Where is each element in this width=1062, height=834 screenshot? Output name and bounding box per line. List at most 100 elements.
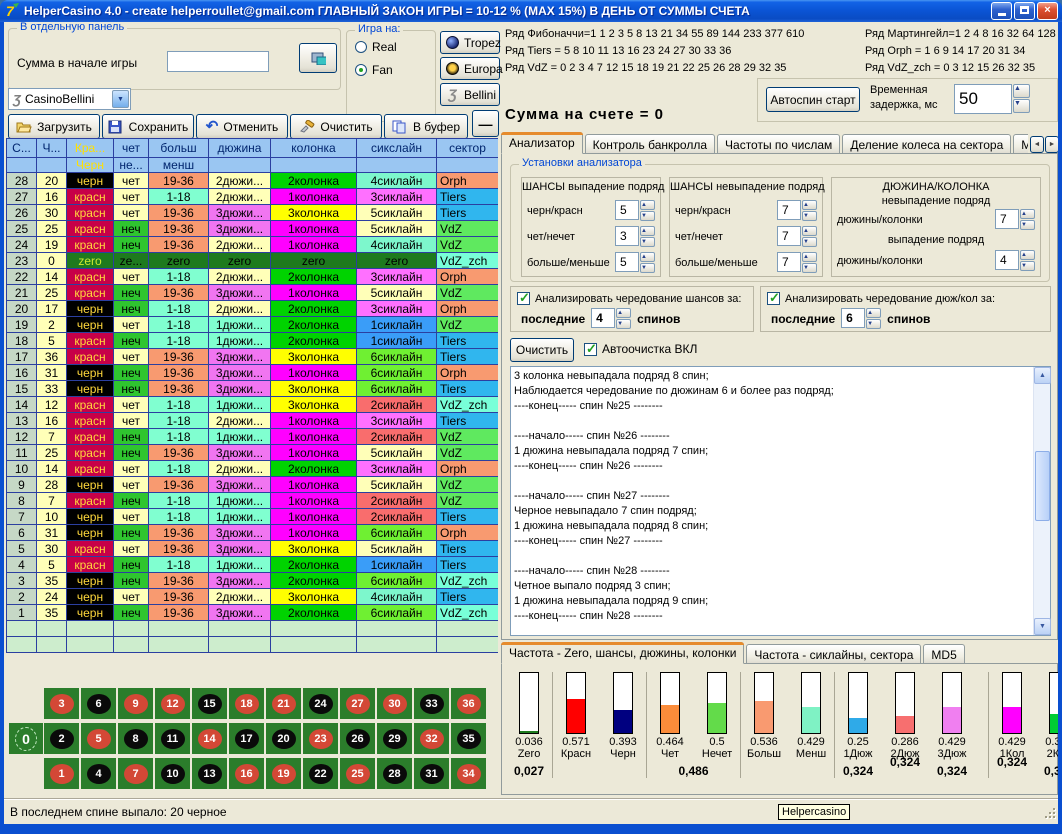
copy-to-buffer-button[interactable]: В буфер — [384, 114, 468, 139]
spin-up-icon[interactable]: ▲ — [640, 226, 655, 236]
tab-scroll-right-icon[interactable]: ► — [1045, 136, 1058, 153]
spin-up-icon[interactable]: ▲ — [1020, 250, 1035, 260]
clear-button[interactable]: Очистить — [290, 114, 382, 139]
spin-down-icon[interactable]: ▼ — [802, 263, 817, 273]
close-button[interactable]: × — [1037, 2, 1058, 20]
log-clear-button[interactable]: Очистить — [510, 338, 574, 362]
table-row[interactable]: 2419красннеч19-362дюжи...1колонка4сиклай… — [7, 237, 499, 253]
p3-row2-spinner[interactable]: 4▲▼ — [995, 250, 1035, 271]
table-row[interactable]: 710чернчет1-181дюжи...1колонка2сиклайнTi… — [7, 509, 499, 525]
p2-row2-spinner[interactable]: 7▲▼ — [777, 226, 817, 247]
spin-down-icon[interactable]: ▼ — [640, 211, 655, 221]
scroll-thumb[interactable] — [1035, 451, 1050, 521]
spin-down-icon[interactable]: ▼ — [640, 237, 655, 247]
table-row[interactable]: 1631черннеч19-363дюжи...1колонка6сиклайн… — [7, 365, 499, 381]
tab-2[interactable]: Частоты по числам — [717, 134, 840, 154]
board-cell-21[interactable]: 21 — [266, 688, 301, 719]
table-row[interactable]: 192чернчет1-181дюжи...2колонка1сиклайнVd… — [7, 317, 499, 333]
spin-value[interactable]: 5 — [615, 200, 639, 220]
table-row[interactable]: 1014краснчет1-182дюжи...2колонка3сиклайн… — [7, 461, 499, 477]
tab-0[interactable]: Анализатор — [501, 132, 583, 154]
board-cell-27[interactable]: 27 — [340, 688, 375, 719]
collapse-button[interactable]: — — [472, 110, 499, 137]
radio-option-fan[interactable]: Fan — [355, 63, 435, 77]
minimize-button[interactable] — [991, 2, 1012, 20]
board-cell-24[interactable]: 24 — [303, 688, 338, 719]
spin-up-icon[interactable]: ▲ — [1020, 209, 1035, 219]
spin-up-icon[interactable]: ▲ — [802, 226, 817, 236]
spin-value[interactable]: 7 — [777, 252, 801, 272]
board-cell-1[interactable]: 1 — [44, 758, 79, 789]
scroll-up-icon[interactable]: ▲ — [1034, 367, 1051, 384]
spin-up-icon[interactable]: ▲ — [640, 200, 655, 210]
table-row[interactable]: 1412краснчет1-181дюжи...3колонка2сиклайн… — [7, 397, 499, 413]
board-cell-29[interactable]: 29 — [377, 723, 412, 754]
board-cell-zero[interactable]: 0 — [9, 723, 43, 754]
alt2-spinner[interactable]: 6▲▼ — [841, 308, 881, 329]
table-row[interactable]: 45красннеч1-181дюжи...2колонка1сиклайнTi… — [7, 557, 499, 573]
log-scrollbar[interactable]: ▲ ▼ — [1033, 367, 1050, 635]
board-cell-31[interactable]: 31 — [414, 758, 449, 789]
alt1-spinner[interactable]: 4▲▼ — [591, 308, 631, 329]
board-cell-35[interactable]: 35 — [451, 723, 486, 754]
tab-3[interactable]: Деление колеса на сектора — [842, 134, 1011, 154]
spin-value[interactable]: 7 — [777, 200, 801, 220]
bellini-button[interactable]: Ʒ Bellini — [440, 83, 500, 106]
board-cell-20[interactable]: 20 — [266, 723, 301, 754]
board-cell-12[interactable]: 12 — [155, 688, 190, 719]
spin-value[interactable]: 7 — [777, 226, 801, 246]
board-cell-30[interactable]: 30 — [377, 688, 412, 719]
table-row[interactable]: 2017черннеч1-182дюжи...2колонка3сиклайнO… — [7, 301, 499, 317]
board-cell-19[interactable]: 19 — [266, 758, 301, 789]
table-row[interactable]: 631черннеч19-363дюжи...1колонка6сиклайнO… — [7, 525, 499, 541]
table-row[interactable]: 135черннеч19-363дюжи...2колонка6сиклайнV… — [7, 605, 499, 621]
radio-option-real[interactable]: Real — [355, 40, 435, 54]
board-cell-18[interactable]: 18 — [229, 688, 264, 719]
spin-value[interactable]: 5 — [615, 252, 639, 272]
board-cell-23[interactable]: 23 — [303, 723, 338, 754]
autoclear-checkbox[interactable]: ✓ — [584, 343, 597, 356]
table-row[interactable]: 928чернчет19-363дюжи...1колонка5сиклайнV… — [7, 477, 499, 493]
p3-row1-spinner[interactable]: 7▲▼ — [995, 209, 1035, 230]
table-row[interactable]: 230zeroze...zerozerozerozeroVdZ_zch — [7, 253, 499, 269]
board-cell-4[interactable]: 4 — [81, 758, 116, 789]
board-cell-34[interactable]: 34 — [451, 758, 486, 789]
spin-value[interactable]: 3 — [615, 226, 639, 246]
to-panel-button[interactable] — [299, 43, 337, 73]
table-row[interactable]: 335черннеч19-363дюжи...2колонка6сиклайнV… — [7, 573, 499, 589]
board-cell-33[interactable]: 33 — [414, 688, 449, 719]
freq-tab-1[interactable]: Частота - сиклайны, сектора — [746, 644, 921, 664]
table-row[interactable]: 1316краснчет1-182дюжи...1колонка3сиклайн… — [7, 413, 499, 429]
table-row[interactable]: 2525красннеч19-363дюжи...1колонка5сиклай… — [7, 221, 499, 237]
europa-button[interactable]: Europa — [440, 57, 500, 80]
dropdown-arrow-icon[interactable]: ▼ — [112, 90, 129, 108]
spin-down-icon[interactable]: ▼ — [1020, 220, 1035, 230]
board-cell-15[interactable]: 15 — [192, 688, 227, 719]
board-cell-9[interactable]: 9 — [118, 688, 153, 719]
spin-up-icon[interactable]: ▲ — [866, 308, 881, 318]
board-cell-6[interactable]: 6 — [81, 688, 116, 719]
start-sum-input[interactable] — [167, 51, 269, 72]
table-row[interactable]: 2820чернчет19-362дюжи...2колонка4сиклайн… — [7, 173, 499, 189]
table-row[interactable]: 127красннеч1-181дюжи...1колонка2сиклайнV… — [7, 429, 499, 445]
p2-row1-spinner[interactable]: 7▲▼ — [777, 200, 817, 221]
spin-value[interactable]: 7 — [995, 209, 1019, 229]
autospin-start-button[interactable]: Автоспин старт — [766, 87, 860, 112]
undo-button[interactable]: ↶ Отменить — [196, 114, 288, 139]
board-cell-2[interactable]: 2 — [44, 723, 79, 754]
board-cell-11[interactable]: 11 — [155, 723, 190, 754]
freq-tab-0[interactable]: Частота - Zero, шансы, дюжины, колонки — [501, 642, 744, 664]
spin-up-icon[interactable]: ▲ — [640, 252, 655, 262]
save-button[interactable]: Сохранить — [102, 114, 194, 139]
board-cell-25[interactable]: 25 — [340, 758, 375, 789]
load-button[interactable]: Загрузить — [8, 114, 100, 139]
board-cell-7[interactable]: 7 — [118, 758, 153, 789]
spin-value[interactable]: 4 — [591, 308, 615, 328]
table-row[interactable]: 87красннеч1-181дюжи...1колонка2сиклайнVd… — [7, 493, 499, 509]
casino-combobox[interactable]: Ʒ CasinoBellini ▼ — [8, 88, 131, 110]
spin-value[interactable]: 50 — [954, 84, 1012, 114]
spin-down-icon[interactable]: ▼ — [866, 319, 881, 329]
table-row[interactable]: 1533черннеч19-363дюжи...3колонка6сиклайн… — [7, 381, 499, 397]
tab-scroll-left-icon[interactable]: ◄ — [1030, 136, 1044, 153]
spin-up-icon[interactable]: ▲ — [1013, 84, 1030, 98]
